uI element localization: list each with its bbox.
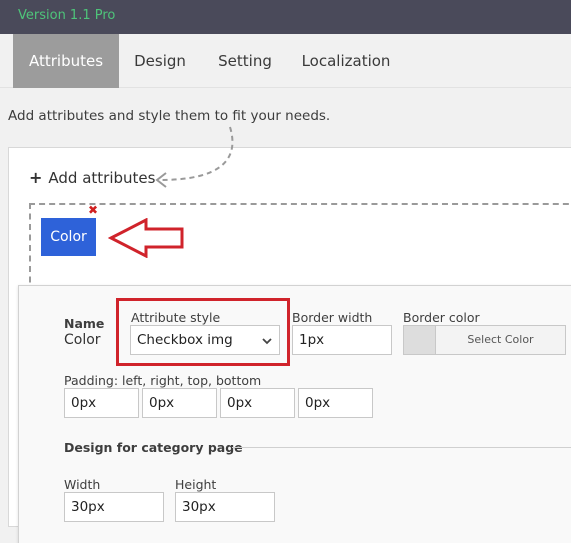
tab-attributes[interactable]: Attributes <box>13 34 119 88</box>
add-attributes-label: Add attributes <box>48 169 156 187</box>
select-color-button[interactable]: Select Color <box>436 326 565 354</box>
top-bar: Version 1.1 Pro <box>0 0 571 34</box>
height-input[interactable]: 30px <box>175 492 275 522</box>
border-width-label: Border width <box>292 310 373 325</box>
add-attributes-button[interactable]: + Add attributes <box>29 168 155 187</box>
plus-icon: + <box>29 168 43 187</box>
padding-right-input[interactable]: 0px <box>142 388 217 418</box>
name-value: Color <box>64 332 101 348</box>
tab-design[interactable]: Design <box>128 34 192 88</box>
padding-label: Padding: left, right, top, bottom <box>64 373 262 388</box>
border-color-picker[interactable]: Select Color <box>403 325 566 355</box>
width-label: Width <box>64 477 101 492</box>
tab-setting[interactable]: Setting <box>210 34 280 88</box>
height-label: Height <box>175 477 217 492</box>
attribute-chip-color[interactable]: Color <box>41 218 96 256</box>
category-section-heading: Design for category page <box>64 440 243 455</box>
width-input[interactable]: 30px <box>64 492 164 522</box>
section-divider <box>232 447 571 448</box>
dashed-hint-arrow <box>155 126 234 188</box>
remove-attribute-icon[interactable]: ✖ <box>88 204 100 216</box>
padding-left-input[interactable]: 0px <box>64 388 139 418</box>
red-pointer-arrow-icon <box>108 218 184 258</box>
page-description: Add attributes and style them to fit you… <box>8 108 331 124</box>
color-swatch[interactable] <box>404 326 436 354</box>
name-label: Name <box>64 316 105 331</box>
padding-top-input[interactable]: 0px <box>220 388 295 418</box>
tab-localization[interactable]: Localization <box>297 34 395 88</box>
version-label: Version 1.1 Pro <box>18 8 116 23</box>
padding-bottom-input[interactable]: 0px <box>298 388 373 418</box>
border-width-input[interactable]: 1px <box>292 325 392 355</box>
border-color-label: Border color <box>403 310 480 325</box>
tab-bar: Attributes Design Setting Localization <box>0 34 571 88</box>
highlight-box <box>116 298 290 366</box>
app-window: Version 1.1 Pro Attributes Design Settin… <box>0 0 571 543</box>
